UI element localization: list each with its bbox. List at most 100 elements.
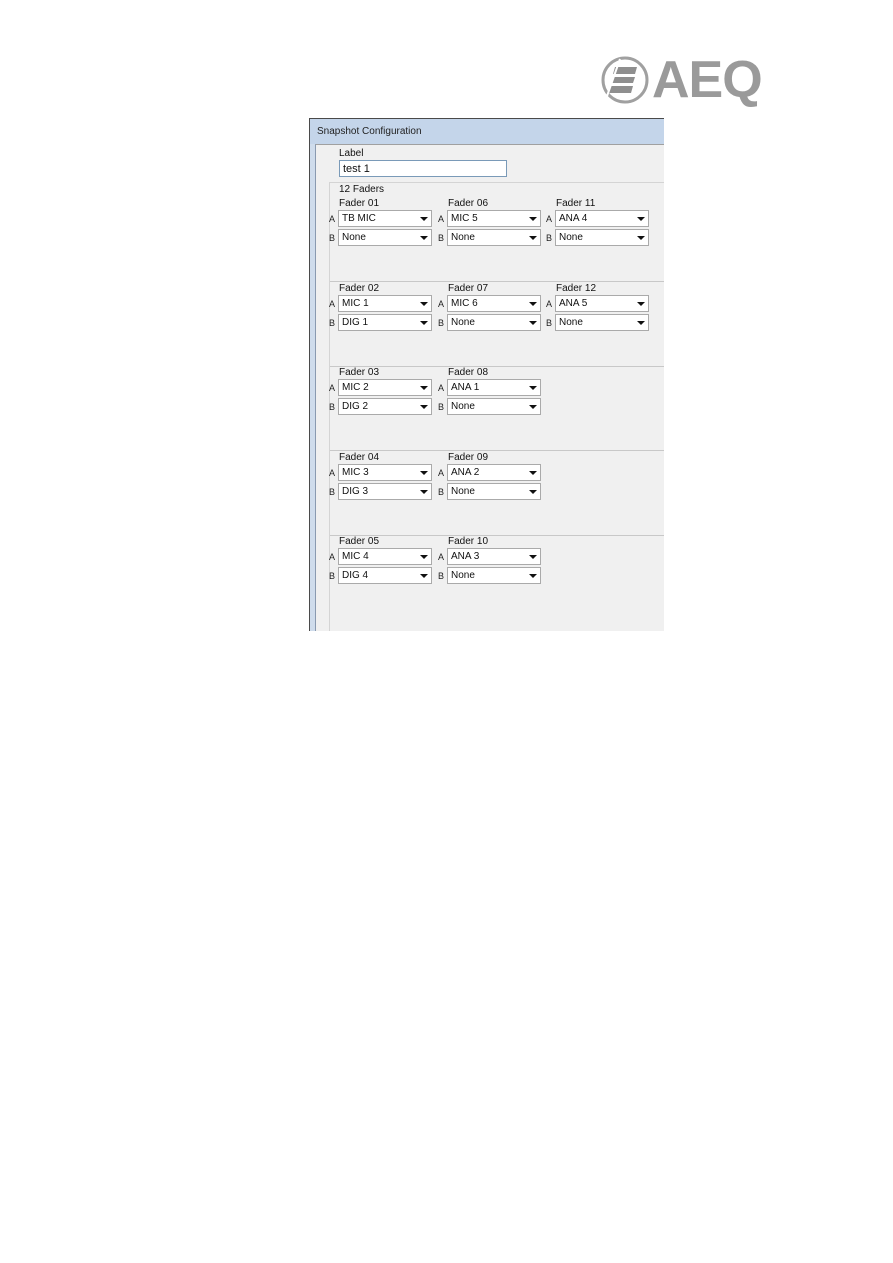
dropdown-arrow-icon[interactable] — [420, 386, 428, 390]
channel-b-value: None — [451, 316, 475, 328]
dropdown-arrow-icon[interactable] — [529, 301, 537, 306]
channel-a-select[interactable]: ANA 3 — [447, 548, 541, 565]
channel-a-select[interactable]: MIC 6 — [447, 294, 541, 312]
channel-a-value: ANA 1 — [451, 382, 480, 393]
channel-a-label: A — [438, 383, 445, 393]
dropdown-arrow-icon[interactable] — [420, 236, 428, 240]
channel-a-label: A — [329, 298, 336, 309]
window-client-area: Label 12 Faders Fader 01ATB MICBNoneFade… — [315, 144, 664, 631]
dropdown-arrow-icon[interactable] — [529, 320, 537, 325]
channel-b-value: DIG 4 — [342, 570, 369, 581]
fader-title: Fader 03 — [339, 367, 380, 378]
dropdown-arrow-icon[interactable] — [529, 386, 537, 390]
window-titlebar[interactable]: Snapshot Configuration — [310, 119, 664, 144]
aeq-logo: AEQ — [600, 54, 770, 106]
channel-a-select[interactable]: ANA 1 — [447, 379, 541, 396]
dropdown-arrow-icon[interactable] — [420, 555, 428, 559]
channel-a-select[interactable]: ANA 2 — [447, 463, 541, 481]
fader-title: Fader 05 — [339, 536, 380, 547]
fader-group: Fader 03 A MIC 2 B DIG 2 — [329, 367, 441, 427]
dropdown-arrow-icon[interactable] — [529, 217, 537, 221]
dropdown-arrow-icon[interactable] — [420, 489, 428, 494]
fader-row: Fader 01 A TB MIC B None Fader 06 A MIC 5 B None F… — [329, 198, 664, 282]
channel-b-select[interactable]: None — [447, 398, 541, 415]
fader-group: Fader 11 A ANA 4 B None — [546, 198, 658, 258]
channel-b-select[interactable]: None — [447, 313, 541, 331]
dropdown-arrow-icon[interactable] — [420, 405, 428, 409]
fader-group: Fader 07 A MIC 6 B None — [438, 283, 550, 343]
fader-group: Fader 02 A MIC 1 B DIG 1 — [329, 283, 441, 343]
channel-a-select[interactable]: MIC 5 — [447, 210, 541, 227]
dropdown-arrow-icon[interactable] — [637, 217, 645, 221]
label-input[interactable] — [339, 160, 507, 177]
channel-a-select[interactable]: MIC 2 — [338, 379, 432, 396]
channel-b-label: B — [329, 486, 336, 497]
channel-b-value: DIG 2 — [342, 401, 369, 412]
dropdown-arrow-icon[interactable] — [637, 301, 645, 306]
channel-a-value: ANA 3 — [451, 551, 480, 562]
channel-b-select[interactable]: None — [447, 482, 541, 500]
dropdown-arrow-icon[interactable] — [420, 301, 428, 306]
channel-a-value: ANA 5 — [559, 297, 588, 309]
channel-b-label: B — [438, 571, 445, 581]
dropdown-arrow-icon[interactable] — [637, 320, 645, 325]
channel-a-value: MIC 4 — [342, 551, 369, 562]
channel-a-select[interactable]: ANA 5 — [555, 294, 649, 312]
fader-title: Fader 01 — [339, 198, 380, 209]
dropdown-arrow-icon[interactable] — [420, 470, 428, 475]
dropdown-arrow-icon[interactable] — [420, 574, 428, 578]
channel-b-label: B — [329, 317, 336, 328]
channel-b-select[interactable]: None — [555, 229, 649, 246]
dropdown-arrow-icon[interactable] — [529, 489, 537, 494]
channel-a-select[interactable]: MIC 4 — [338, 548, 432, 565]
label-caption: Label — [339, 148, 364, 159]
fader-group: Fader 12 A ANA 5 B None — [546, 283, 658, 343]
channel-b-select[interactable]: DIG 4 — [338, 567, 432, 584]
channel-a-value: TB MIC — [342, 213, 376, 224]
channel-b-label: B — [438, 486, 445, 497]
channel-a-select[interactable]: MIC 1 — [338, 294, 432, 312]
dropdown-arrow-icon[interactable] — [529, 236, 537, 240]
snapshot-configuration-window: Snapshot Configuration Label 12 Faders F… — [309, 118, 664, 631]
channel-b-label: B — [329, 402, 336, 412]
dropdown-arrow-icon[interactable] — [529, 470, 537, 475]
fader-title: Fader 07 — [448, 282, 489, 294]
channel-b-value: None — [451, 570, 475, 581]
dropdown-arrow-icon[interactable] — [529, 405, 537, 409]
fader-group: Fader 04 A MIC 3 B DIG 3 — [329, 452, 441, 512]
channel-b-value: None — [559, 232, 583, 243]
channel-b-select[interactable]: DIG 2 — [338, 398, 432, 415]
channel-a-label: A — [329, 383, 336, 393]
fader-title: Fader 09 — [448, 451, 489, 463]
channel-b-select[interactable]: DIG 1 — [338, 313, 432, 331]
fader-group: Fader 09 A ANA 2 B None — [438, 452, 550, 512]
channel-b-select[interactable]: None — [338, 229, 432, 246]
fader-title: Fader 04 — [339, 451, 380, 463]
dropdown-arrow-icon[interactable] — [529, 574, 537, 578]
channel-b-select[interactable]: None — [555, 313, 649, 331]
channel-b-label: B — [546, 233, 553, 243]
dropdown-arrow-icon[interactable] — [420, 217, 428, 221]
channel-a-value: MIC 3 — [342, 466, 369, 478]
fader-group: Fader 01 A TB MIC B None — [329, 198, 441, 258]
aeq-logo-text: AEQ — [652, 51, 763, 109]
channel-a-label: A — [438, 214, 445, 224]
fader-row: Fader 05 A MIC 4 B DIG 4 Fader 10 A ANA 3 B None — [329, 536, 664, 620]
channel-b-select[interactable]: None — [447, 567, 541, 584]
channel-a-select[interactable]: ANA 4 — [555, 210, 649, 227]
channel-b-select[interactable]: None — [447, 229, 541, 246]
channel-b-value: None — [342, 232, 366, 243]
channel-a-select[interactable]: MIC 3 — [338, 463, 432, 481]
dropdown-arrow-icon[interactable] — [637, 236, 645, 240]
dropdown-arrow-icon[interactable] — [420, 320, 428, 325]
channel-a-value: MIC 2 — [342, 382, 369, 393]
channel-b-select[interactable]: DIG 3 — [338, 482, 432, 500]
channel-a-label: A — [438, 552, 445, 562]
fader-title: Fader 06 — [448, 198, 489, 209]
channel-b-value: None — [451, 485, 475, 497]
fader-title: Fader 11 — [556, 198, 596, 209]
channel-b-value: DIG 1 — [342, 316, 369, 328]
channel-a-select[interactable]: TB MIC — [338, 210, 432, 227]
dropdown-arrow-icon[interactable] — [529, 555, 537, 559]
channel-a-label: A — [546, 298, 553, 309]
